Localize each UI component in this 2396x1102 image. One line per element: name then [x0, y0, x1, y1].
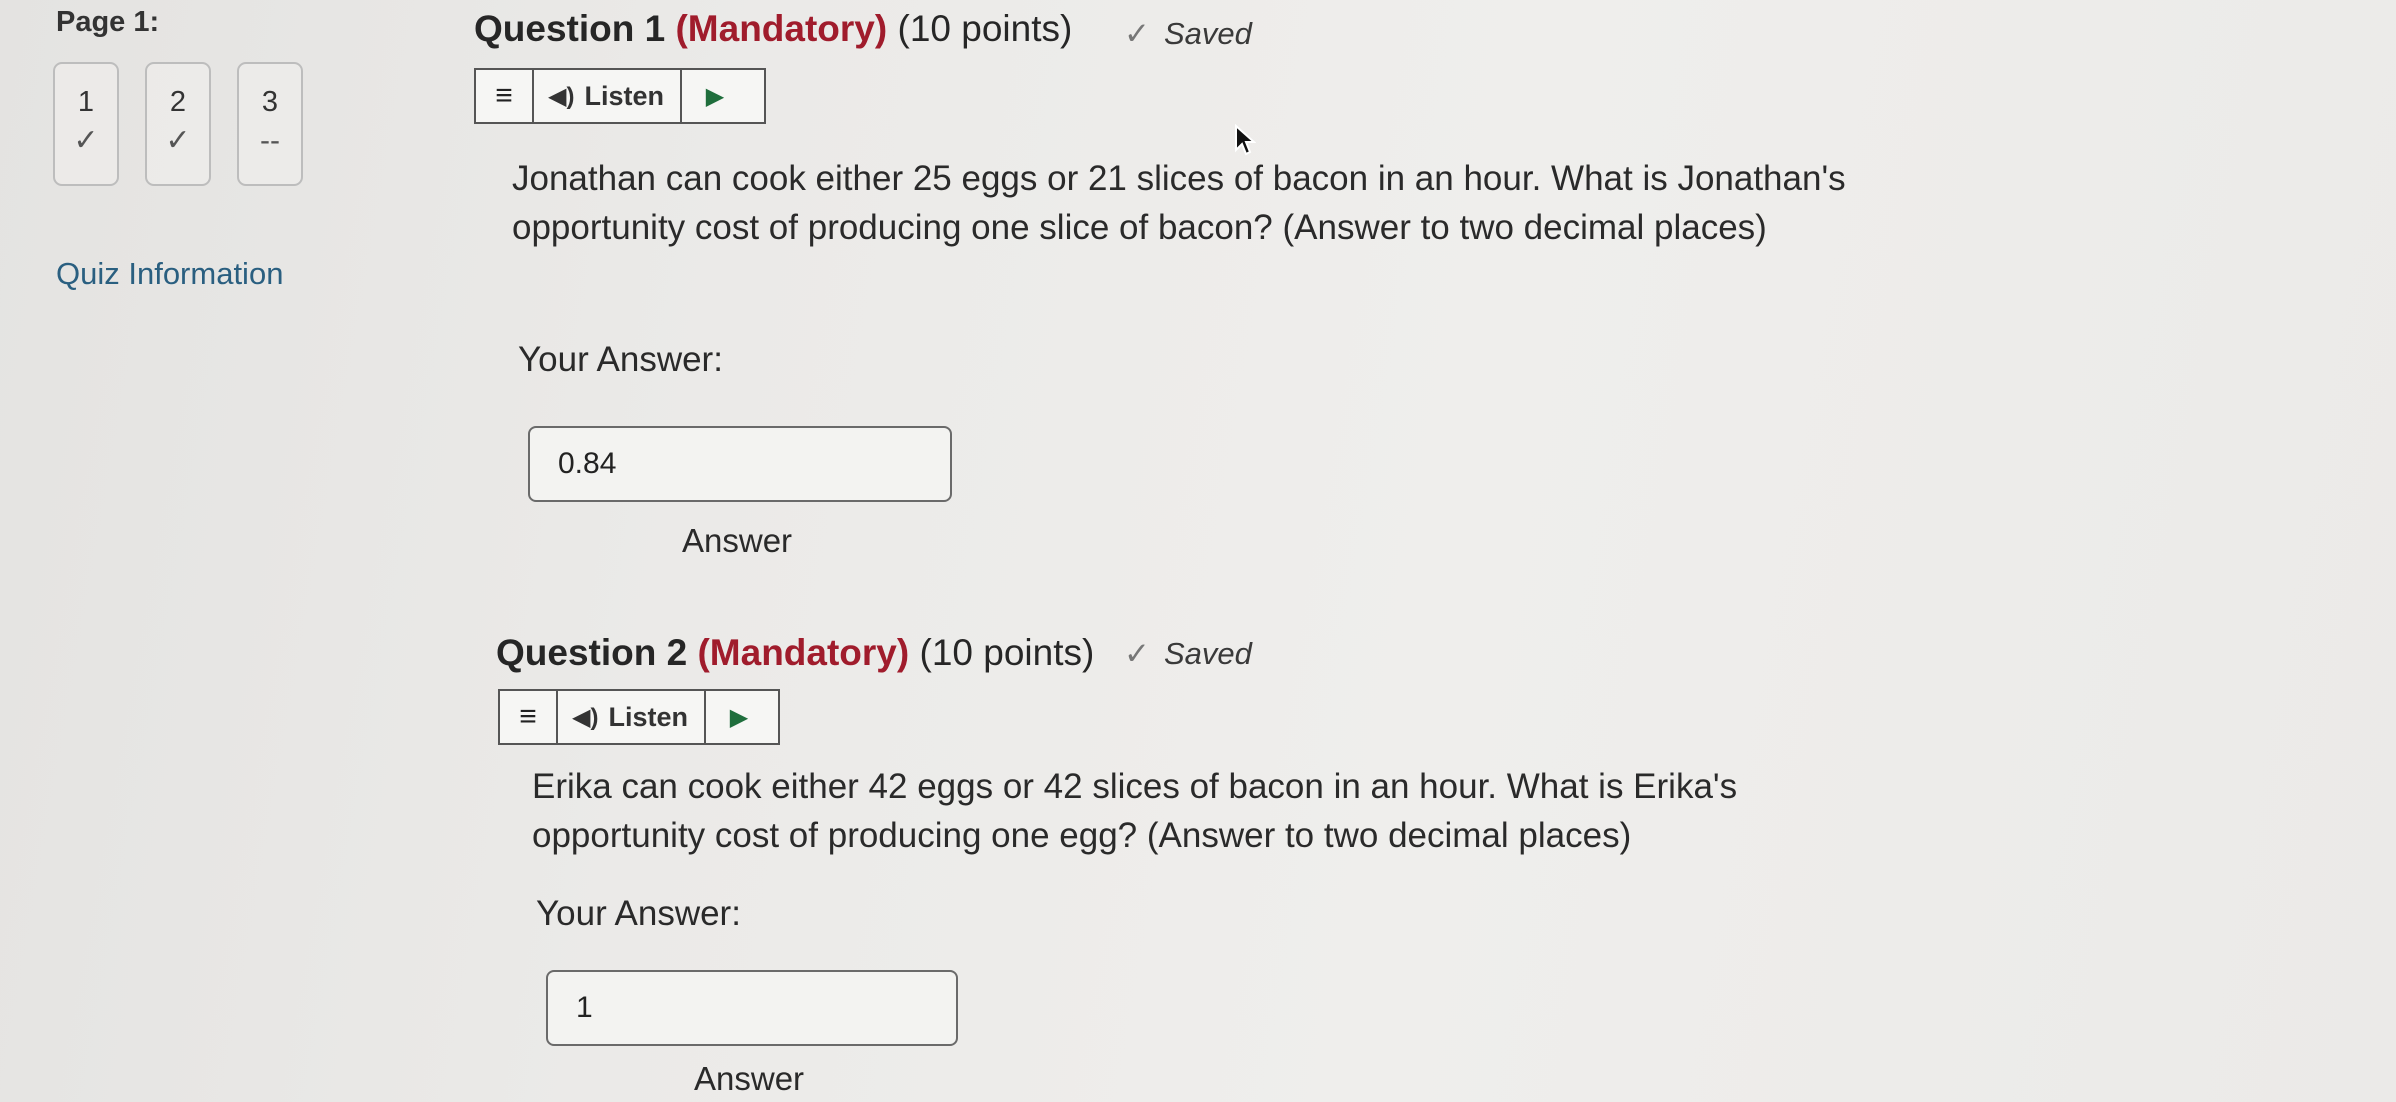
check-icon: ✓ [1124, 636, 1150, 671]
menu-icon[interactable]: ≡ [500, 691, 558, 743]
answer-caption: Answer [694, 1060, 805, 1097]
question-title: Question 1 [474, 8, 666, 49]
your-answer-label: Your Answer: [518, 340, 723, 379]
your-answer-label: Your Answer: [536, 894, 741, 933]
question-title: Question 2 [496, 632, 688, 673]
saved-label: Saved [1163, 636, 1252, 671]
question-nav-number: 1 [77, 86, 95, 118]
saved-status: ✓ Saved [1124, 636, 1252, 672]
points-label: (10 points) [897, 8, 1073, 49]
speaker-icon: ◀) [548, 82, 575, 110]
unanswered-indicator: -- [260, 124, 280, 157]
saved-label: Saved [1163, 16, 1252, 51]
mandatory-label: (Mandatory) [675, 8, 888, 49]
question-nav-1[interactable]: 1 ✓ [53, 62, 119, 186]
question-1-heading: Question 1 (Mandatory) (10 points) [474, 8, 1072, 50]
question-2-text: Erika can cook either 42 eggs or 42 slic… [532, 767, 1738, 855]
listen-button[interactable]: ◀) Listen [534, 70, 682, 122]
mouse-cursor-icon [1235, 124, 1256, 156]
saved-status: ✓ Saved [1124, 16, 1252, 52]
listen-label: Listen [608, 701, 688, 732]
listen-label: Listen [584, 80, 664, 111]
answer-caption: Answer [682, 522, 793, 559]
question-nav-number: 3 [261, 86, 279, 118]
question-nav-2[interactable]: 2 ✓ [145, 62, 211, 186]
question-2-heading: Question 2 (Mandatory) (10 points) [496, 632, 1094, 674]
check-icon: ✓ [165, 124, 191, 157]
mandatory-label: (Mandatory) [697, 632, 910, 673]
listen-button[interactable]: ◀) Listen [558, 691, 706, 743]
play-icon[interactable]: ▶ [706, 691, 772, 743]
play-icon[interactable]: ▶ [682, 70, 748, 122]
quiz-information-link[interactable]: Quiz Information [56, 256, 283, 292]
menu-icon[interactable]: ≡ [476, 70, 534, 122]
question-nav-number: 2 [169, 86, 187, 118]
listen-toolbar: ≡ ◀) Listen ▶ [498, 689, 780, 745]
points-label: (10 points) [919, 632, 1095, 673]
answer-input-2[interactable] [546, 970, 958, 1046]
question-nav-3[interactable]: 3 -- [237, 62, 303, 186]
speaker-icon: ◀) [572, 703, 599, 731]
check-icon: ✓ [1124, 16, 1150, 51]
page-label: Page 1: [56, 6, 160, 38]
answer-input-1[interactable] [528, 426, 952, 502]
check-icon: ✓ [73, 124, 99, 157]
listen-toolbar: ≡ ◀) Listen ▶ [474, 68, 766, 124]
question-1-text: Jonathan can cook either 25 eggs or 21 s… [512, 159, 1846, 247]
